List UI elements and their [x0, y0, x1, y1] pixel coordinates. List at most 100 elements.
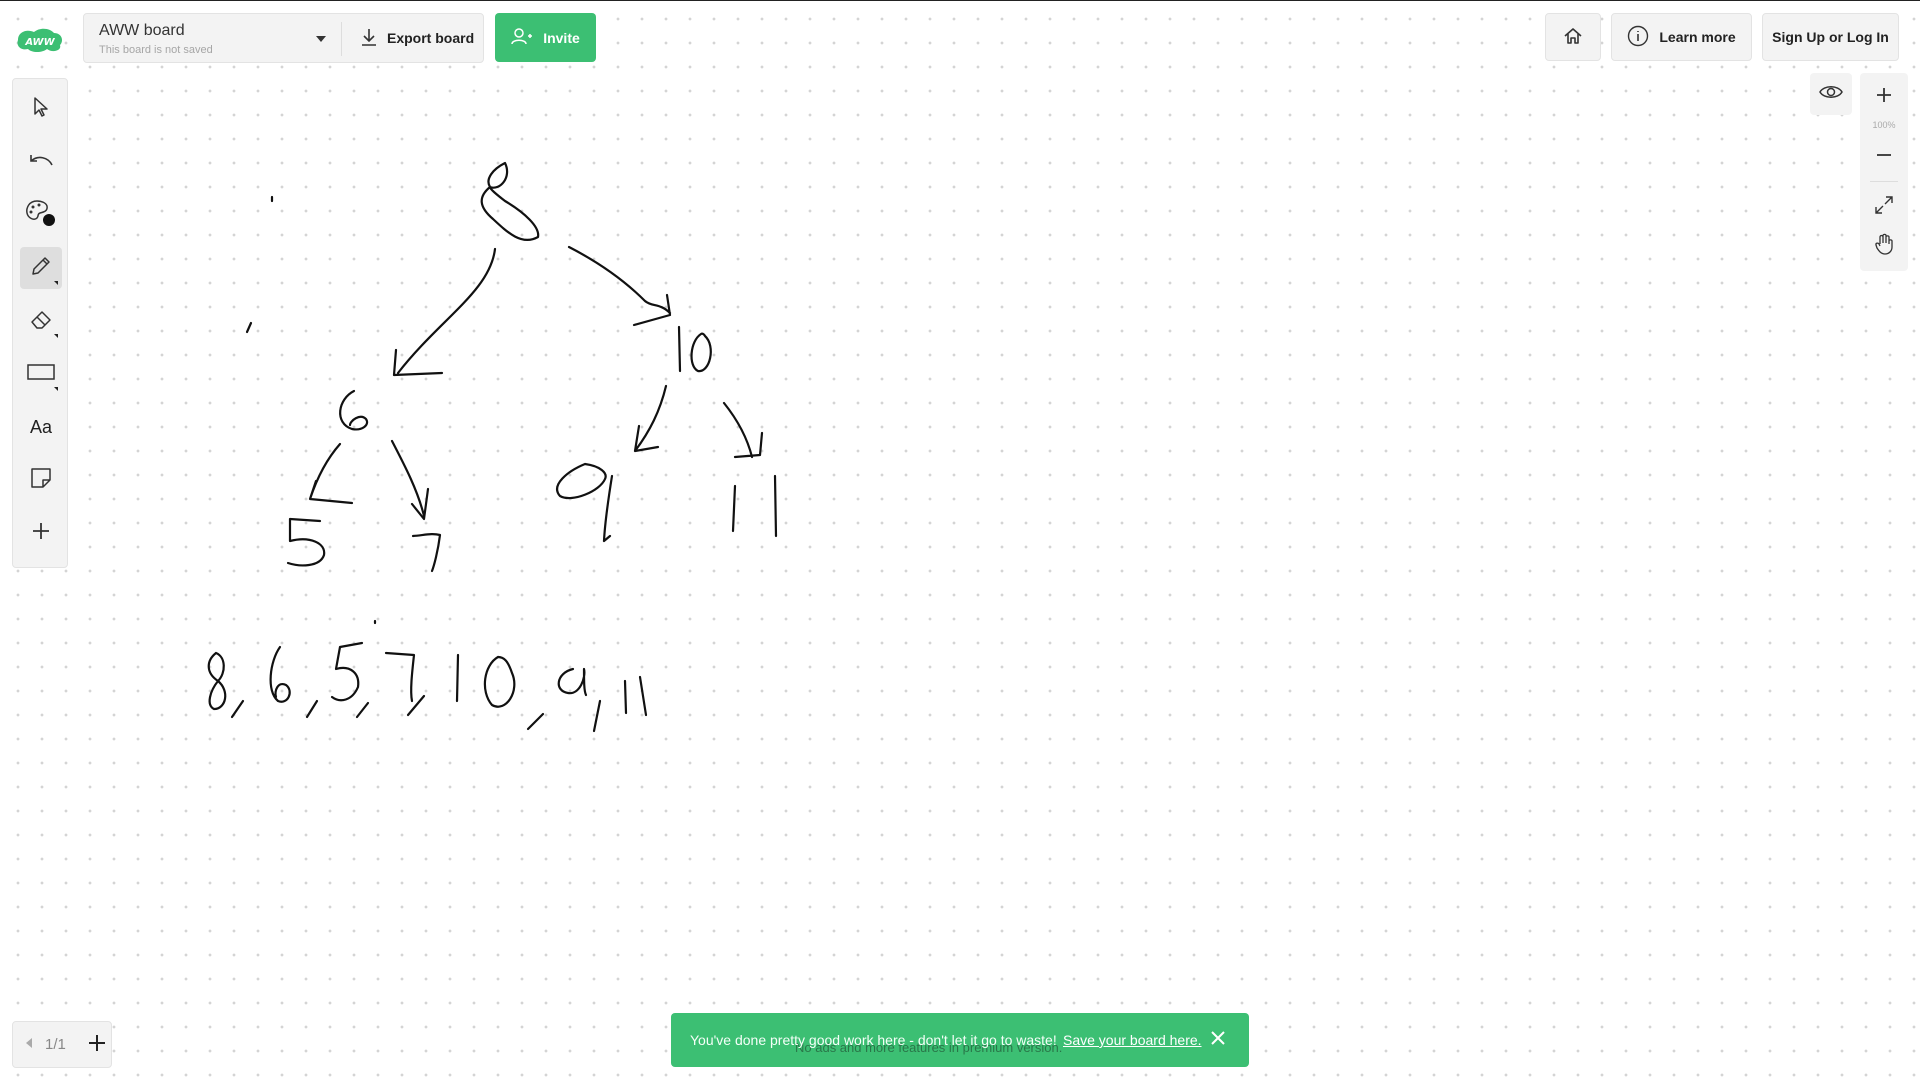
learn-more-label: Learn more — [1659, 29, 1736, 45]
pencil-icon — [30, 255, 52, 282]
page-indicator: 1/1 — [45, 1036, 66, 1053]
aww-logo-icon: AWW — [17, 28, 62, 52]
stroke-arrow-right — [567, 245, 672, 327]
stroke-seq-comma — [526, 712, 545, 731]
board-menu[interactable]: AWW board This board is not saved Export… — [83, 13, 484, 63]
save-board-toast: No ads and more features in premium vers… — [671, 1013, 1249, 1067]
zoom-out-button[interactable] — [1860, 139, 1908, 175]
learn-more-button[interactable]: Learn more — [1611, 13, 1752, 61]
shape-tool[interactable] — [20, 353, 62, 395]
stroke-dot — [245, 321, 253, 334]
board-save-status: This board is not saved — [99, 44, 213, 56]
zoom-in-button[interactable] — [1860, 79, 1908, 115]
stroke-seq-comma — [406, 694, 426, 717]
stroke-seq-comma — [305, 699, 319, 719]
view-mode-button[interactable] — [1810, 73, 1852, 115]
stroke-seq-7 — [384, 651, 416, 703]
export-board-label: Export board — [387, 30, 475, 46]
stroke-seq-5 — [330, 641, 364, 702]
rectangle-icon — [27, 363, 55, 386]
close-icon — [1210, 1030, 1226, 1051]
zoom-level: 100% — [1872, 120, 1896, 130]
cursor-icon — [31, 96, 51, 123]
stroke-arrow-6-5 — [308, 442, 354, 505]
stroke-seq-comma — [592, 699, 602, 733]
sticky-note-icon — [30, 467, 52, 494]
info-icon — [1627, 25, 1649, 50]
export-board-button[interactable]: Export board — [345, 14, 485, 62]
fit-to-screen-button[interactable] — [1860, 189, 1908, 225]
home-icon — [1563, 26, 1583, 49]
stroke-digit-6 — [339, 389, 369, 431]
sign-up-login-button[interactable]: Sign Up or Log In — [1762, 13, 1899, 61]
invite-label: Invite — [543, 29, 580, 46]
left-toolbar: Aa — [12, 78, 68, 568]
add-user-icon — [511, 27, 533, 48]
stroke-digit-1 — [773, 474, 778, 538]
close-toast-button[interactable] — [1207, 1029, 1229, 1051]
save-board-link[interactable]: Save your board here. — [1063, 1032, 1202, 1048]
pan-tool-button[interactable] — [1860, 228, 1908, 264]
stroke-seq-comma — [230, 699, 245, 719]
toast-message: You've done pretty good work here - don'… — [690, 1032, 1057, 1048]
logo-text: AWW — [24, 37, 55, 48]
stroke-seq-1 — [455, 653, 460, 703]
sticky-note-tool[interactable] — [20, 459, 62, 501]
plus-icon — [87, 1033, 107, 1058]
sign-up-label: Sign Up or Log In — [1772, 29, 1889, 45]
caret-left-icon — [25, 1036, 33, 1054]
plus-icon — [1876, 87, 1892, 108]
stroke-seq-comma — [355, 701, 370, 719]
plus-icon — [31, 521, 51, 546]
stroke-arrow-10-11 — [722, 401, 764, 459]
stroke-digit-5 — [286, 517, 326, 567]
app-logo[interactable]: AWW — [14, 24, 66, 56]
undo-icon — [28, 152, 54, 173]
zoom-panel: 100% — [1860, 73, 1908, 271]
caret-down-icon[interactable] — [310, 28, 332, 50]
previous-page-button[interactable] — [21, 1036, 37, 1054]
handwritten-drawing — [207, 161, 778, 733]
add-page-button[interactable] — [83, 1030, 111, 1060]
select-tool[interactable] — [20, 88, 62, 130]
download-icon — [361, 28, 377, 49]
stroke-digit-1 — [731, 484, 737, 533]
stroke-arrow-left — [392, 247, 497, 377]
minus-icon — [1876, 147, 1892, 168]
whiteboard-canvas[interactable] — [0, 0, 1920, 1080]
stroke-digit-1 — [677, 325, 682, 373]
eye-icon — [1819, 84, 1843, 105]
invite-button[interactable]: Invite — [495, 13, 596, 62]
submenu-indicator-icon — [54, 334, 58, 338]
text-icon: Aa — [29, 416, 53, 437]
submenu-indicator-icon — [54, 387, 58, 391]
hand-icon — [1874, 233, 1894, 260]
divider — [1870, 181, 1898, 182]
page-navigator: 1/1 — [12, 1021, 112, 1068]
home-button[interactable] — [1545, 13, 1601, 61]
stroke-seq-8 — [207, 651, 227, 711]
board-title[interactable]: AWW board — [99, 22, 185, 40]
stroke-seq-1 — [638, 675, 648, 717]
stroke-seq-1 — [623, 679, 628, 715]
undo-tool[interactable] — [20, 141, 62, 183]
text-tool[interactable]: Aa — [20, 406, 62, 448]
stroke-digit-9 — [556, 462, 614, 543]
submenu-indicator-icon — [54, 281, 58, 285]
stroke-arrow-6-7 — [390, 439, 430, 521]
palette-icon — [24, 198, 58, 233]
stroke-seq-6 — [269, 645, 291, 703]
stroke-digit-8-root — [480, 161, 540, 242]
stroke-digit-0 — [690, 332, 712, 373]
stroke-arrow-10-9 — [633, 384, 668, 453]
add-tool[interactable] — [20, 512, 62, 554]
expand-icon — [1874, 195, 1894, 220]
stroke-seq-9 — [557, 667, 588, 697]
color-tool[interactable] — [20, 194, 62, 236]
stroke-digit-7 — [411, 533, 442, 573]
eraser-tool[interactable] — [20, 300, 62, 342]
divider — [341, 22, 342, 56]
stroke-seq-0 — [483, 655, 516, 708]
eraser-icon — [29, 308, 53, 335]
pen-tool[interactable] — [20, 247, 62, 289]
